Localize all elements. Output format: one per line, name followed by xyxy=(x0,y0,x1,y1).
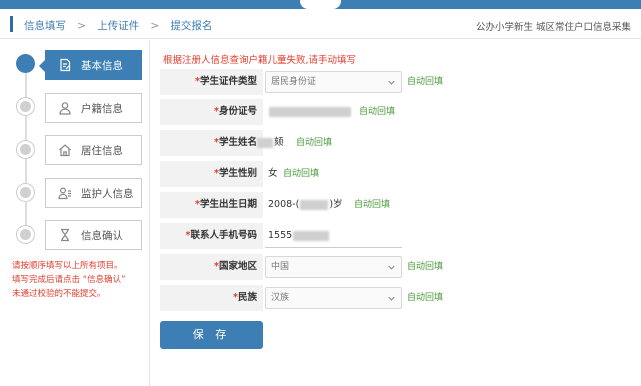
auto-fill-tag: 自动回填 xyxy=(296,138,333,148)
breadcrumb-upload-docs[interactable]: 上传证件 xyxy=(97,18,139,33)
auto-fill-tag: 自动回填 xyxy=(407,262,444,272)
field-label: *学生证件类型 xyxy=(160,69,263,95)
field-label: *学生性别 xyxy=(160,161,263,187)
select-value: 居民身份证 xyxy=(271,77,317,87)
step-household-info[interactable]: 户籍信息 xyxy=(45,93,142,123)
phone-input-underline xyxy=(265,247,402,248)
page-header: 信息填写 > 上传证件 > 提交报名 公办小学新生 城区常住户口信息采集 xyxy=(0,9,641,39)
redacted-birth-date xyxy=(300,199,329,210)
id-type-select[interactable]: 居民身份证 xyxy=(265,71,402,93)
form-area: 根据注册人信息查询户籍儿童失败,请手动填写 *学生证件类型 居民身份证 自动回填… xyxy=(160,40,641,386)
save-button[interactable]: 保 存 xyxy=(160,321,263,349)
hourglass-icon xyxy=(58,228,72,242)
top-accent-bar xyxy=(0,0,641,9)
home-icon xyxy=(58,143,72,157)
field-label: *民族 xyxy=(160,285,263,311)
step-residence-info[interactable]: 居住信息 xyxy=(45,135,142,165)
field-country: *国家地区 中国 自动回填 xyxy=(160,254,600,280)
step-label: 居住信息 xyxy=(81,144,123,157)
country-select[interactable]: 中国 xyxy=(265,256,402,278)
person-icon xyxy=(58,101,72,115)
auto-fill-tag: 自动回填 xyxy=(359,107,396,117)
breadcrumb-submit[interactable]: 提交报名 xyxy=(170,18,212,33)
chevron-down-icon xyxy=(388,296,395,301)
steps-sidebar: 基本信息 户籍信息 居住信息 监护人信息 信息确认 请按顺序填写以上所有项目。 … xyxy=(0,40,150,386)
field-ethnicity: *民族 汉族 自动回填 xyxy=(160,285,600,311)
note-line: 填写完成后请点击 “信息确认” xyxy=(12,275,126,285)
note-line: 未通过校验的不能提交。 xyxy=(12,289,106,299)
top-bar-notch xyxy=(300,0,341,9)
chevron-down-icon xyxy=(388,265,395,270)
step-label: 监护人信息 xyxy=(81,187,134,200)
step-guardian-info[interactable]: 监护人信息 xyxy=(45,178,142,208)
instruction-notes: 请按顺序填写以上所有项目。 填写完成后请点击 “信息确认” 未通过校验的不能提交… xyxy=(12,259,147,301)
field-label: *学生出生日期 xyxy=(160,192,263,218)
lookup-failed-warning: 根据注册人信息查询户籍儿童失败,请手动填写 xyxy=(163,55,357,66)
field-label: *联系人手机号码 xyxy=(160,223,263,249)
step-dot-residence xyxy=(17,141,34,158)
field-id-type: *学生证件类型 居民身份证 自动回填 xyxy=(160,69,600,95)
student-name-value: 颏 xyxy=(256,130,284,156)
breadcrumb-fill-info[interactable]: 信息填写 xyxy=(24,18,66,33)
select-value: 中国 xyxy=(271,262,290,272)
birth-date-value: 2008-()岁 xyxy=(268,199,343,210)
header-accent xyxy=(10,16,13,32)
breadcrumb-separator: > xyxy=(150,18,160,32)
auto-fill-tag: 自动回填 xyxy=(407,77,444,87)
field-label: *身份证号 xyxy=(160,99,263,125)
phone-input[interactable]: 1555 xyxy=(268,223,330,249)
step-label: 信息确认 xyxy=(81,229,123,242)
field-id-number: *身份证号 自动回填 xyxy=(160,99,600,125)
breadcrumb: 信息填写 > 上传证件 > 提交报名 xyxy=(24,18,212,32)
auto-fill-tag: 自动回填 xyxy=(283,169,320,179)
note-line: 请按顺序填写以上所有项目。 xyxy=(12,261,123,271)
step-dot-household xyxy=(17,98,34,115)
field-label: *国家地区 xyxy=(160,254,263,280)
step-confirm-info[interactable]: 信息确认 xyxy=(45,220,142,250)
page-title: 公办小学新生 城区常住户口信息采集 xyxy=(475,22,631,33)
step-dot-confirm xyxy=(17,226,34,243)
field-student-name: *学生姓名 颏 自动回填 xyxy=(160,130,600,156)
step-label: 户籍信息 xyxy=(81,102,123,115)
redacted-name xyxy=(257,137,273,148)
auto-fill-tag: 自动回填 xyxy=(354,200,391,210)
step-dot-basic xyxy=(17,55,34,72)
field-birth-date: *学生出生日期 2008-()岁 自动回填 xyxy=(160,192,600,218)
step-dot-guardian xyxy=(17,184,34,201)
select-value: 汉族 xyxy=(271,293,290,303)
ethnicity-select[interactable]: 汉族 xyxy=(265,287,402,309)
gender-value: 女 xyxy=(268,168,278,179)
step-label: 基本信息 xyxy=(81,59,123,72)
document-edit-icon xyxy=(58,58,72,72)
redacted-id-number xyxy=(269,106,351,117)
redacted-phone xyxy=(293,230,330,241)
step-basic-info[interactable]: 基本信息 xyxy=(39,50,142,80)
field-gender: *学生性别 女 自动回填 xyxy=(160,161,600,187)
field-contact-phone: *联系人手机号码 1555 xyxy=(160,223,600,249)
field-label: *学生姓名 xyxy=(160,130,263,156)
id-number-value xyxy=(268,99,352,125)
auto-fill-tag: 自动回填 xyxy=(407,293,444,303)
guardian-icon xyxy=(58,186,72,200)
chevron-down-icon xyxy=(388,80,395,85)
breadcrumb-separator: > xyxy=(77,18,87,32)
